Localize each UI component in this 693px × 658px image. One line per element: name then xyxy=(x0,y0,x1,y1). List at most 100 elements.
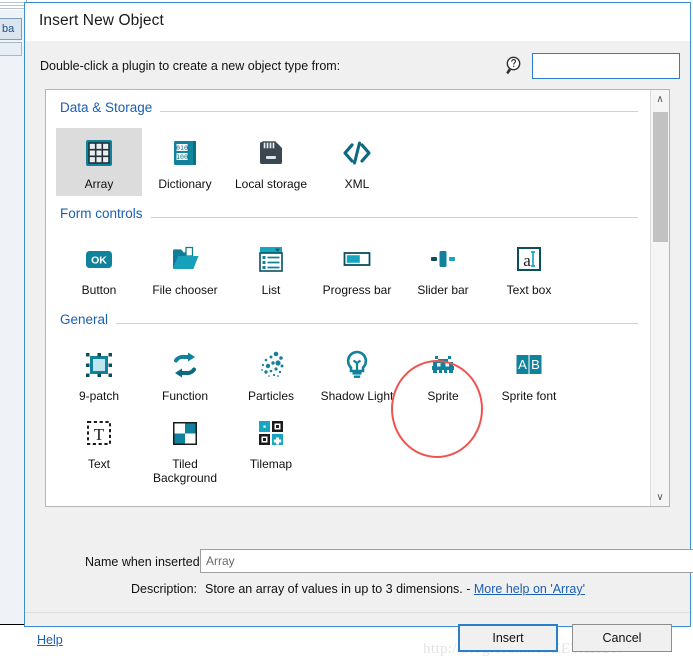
svg-text:OK: OK xyxy=(91,255,107,267)
scrollbar-thumb[interactable] xyxy=(653,112,668,242)
plugin-label: Text box xyxy=(506,283,552,297)
plugin-label: Array xyxy=(84,177,114,191)
dialog-titlebar[interactable]: Insert New Object xyxy=(25,3,690,41)
search-input[interactable] xyxy=(532,53,680,79)
footer-divider xyxy=(25,612,690,613)
plugin-label: Progress bar xyxy=(322,283,392,297)
plugin-item-dictionary[interactable]: 010 100 Dictionary xyxy=(142,128,228,196)
insert-button[interactable]: Insert xyxy=(458,624,558,652)
dialog-body: Double-click a plugin to create a new ob… xyxy=(25,41,693,657)
background-window-body xyxy=(0,58,26,602)
plugin-section: Data & Storage Array 010 100 Dictionary Local… xyxy=(46,100,650,196)
plugin-label: File chooser xyxy=(152,283,218,297)
svg-text:a: a xyxy=(523,251,531,270)
plugin-item-array[interactable]: Array xyxy=(56,128,142,196)
book-binary-icon: 010 100 xyxy=(168,134,202,172)
plugin-label: Sprite xyxy=(427,389,459,403)
background-window-tab[interactable]: ba xyxy=(0,18,22,40)
instruction-text: Double-click a plugin to create a new ob… xyxy=(40,59,341,73)
lightbulb-icon xyxy=(340,346,374,384)
checker-tile-icon xyxy=(168,414,202,452)
plugin-icon-row: 9-patch Function Particles Shadow Light Spri… xyxy=(56,340,650,489)
plugin-item-function[interactable]: Function xyxy=(142,340,228,408)
description-value: Store an array of values in up to 3 dime… xyxy=(205,582,585,596)
plugin-label: Shadow Light xyxy=(320,389,394,403)
cancel-button[interactable]: Cancel xyxy=(572,624,672,652)
text-box-icon: a xyxy=(512,240,546,278)
plugin-item-file-chooser[interactable]: File chooser xyxy=(142,234,228,302)
plugin-label: Sprite font xyxy=(501,389,557,403)
plugin-item-tilemap[interactable]: Tilemap xyxy=(228,408,314,489)
plugin-label: Particles xyxy=(247,389,294,403)
description-sentence: Store an array of values in up to 3 dime… xyxy=(205,582,474,596)
loop-arrows-icon xyxy=(168,346,202,384)
progress-bar-icon xyxy=(340,240,374,278)
plugin-list-scrollbar[interactable]: ∧ ∨ xyxy=(650,90,669,506)
slider-bar-icon xyxy=(426,240,460,278)
svg-text:A: A xyxy=(518,357,527,372)
plugin-item-local-storage[interactable]: Local storage xyxy=(228,128,314,196)
open-folder-icon xyxy=(168,240,202,278)
scroll-down-button[interactable]: ∨ xyxy=(651,488,669,506)
section-title: General xyxy=(60,312,117,327)
name-when-inserted-label: Name when inserted: xyxy=(85,555,204,569)
svg-text:100: 100 xyxy=(176,153,188,161)
storage-drive-icon xyxy=(254,134,288,172)
section-header: General xyxy=(60,312,638,334)
plugin-item-slider-bar[interactable]: Slider bar xyxy=(400,234,486,302)
plugin-icon-row: OK Button File chooser List Progress bar Slid… xyxy=(56,234,650,302)
plugin-item-tiled-background[interactable]: Tiled Background xyxy=(142,408,228,489)
grid-icon xyxy=(82,134,116,172)
plugin-item-list[interactable]: List xyxy=(228,234,314,302)
plugin-label: Function xyxy=(161,389,209,403)
code-brackets-icon xyxy=(340,134,374,172)
section-title: Data & Storage xyxy=(60,100,161,115)
plugin-label: Slider bar xyxy=(417,283,469,297)
plugin-item-text-box[interactable]: a Text box xyxy=(486,234,572,302)
name-when-inserted-input[interactable] xyxy=(200,549,693,573)
plugin-icon-row: Array 010 100 Dictionary Local storage XML xyxy=(56,128,650,196)
svg-text:010: 010 xyxy=(176,144,188,152)
plugin-item-progress-bar[interactable]: Progress bar xyxy=(314,234,400,302)
help-link[interactable]: Help xyxy=(37,633,63,647)
plugin-item-sprite-font[interactable]: A B Sprite font xyxy=(486,340,572,408)
background-window[interactable]: ba xyxy=(0,0,27,632)
dashed-t-icon: T xyxy=(82,414,116,452)
search-row xyxy=(504,53,680,79)
insert-new-object-dialog: Insert New Object Double-click a plugin … xyxy=(24,2,693,657)
particles-icon xyxy=(254,346,288,384)
list-dropdown-icon xyxy=(254,240,288,278)
description-label: Description: xyxy=(131,582,197,596)
plugin-item-xml[interactable]: XML xyxy=(314,128,400,196)
plugin-item-sprite[interactable]: Sprite xyxy=(400,340,486,408)
section-title: Form controls xyxy=(60,206,151,221)
section-header: Form controls xyxy=(60,206,638,228)
plugin-label: 9-patch xyxy=(78,389,120,403)
scroll-up-button[interactable]: ∧ xyxy=(651,90,669,108)
ab-letters-icon: AB xyxy=(512,346,546,384)
plugin-label: Text xyxy=(87,457,110,471)
plugin-item-particles[interactable]: Particles xyxy=(228,340,314,408)
nine-patch-icon xyxy=(82,346,116,384)
tilemap-icon xyxy=(254,414,288,452)
ok-button-icon: OK xyxy=(82,240,116,278)
background-window-toolbar xyxy=(0,0,26,10)
section-header: Data & Storage xyxy=(60,100,638,122)
svg-text:B: B xyxy=(531,357,540,372)
plugin-label: Dictionary xyxy=(158,177,212,191)
svg-text:T: T xyxy=(94,425,105,444)
plugin-label: Local storage xyxy=(234,177,308,191)
plugin-item-9-patch[interactable]: 9-patch xyxy=(56,340,142,408)
more-help-link[interactable]: More help on 'Array' xyxy=(474,582,585,596)
background-window-tab-secondary[interactable] xyxy=(0,42,22,56)
dialog-title: Insert New Object xyxy=(39,12,164,29)
plugin-list-panel: Data & Storage Array 010 100 Dictionary Local… xyxy=(45,89,670,507)
plugin-item-shadow-light[interactable]: Shadow Light xyxy=(314,340,400,408)
plugin-section: Form controls OK Button File chooser List Pro… xyxy=(46,206,650,302)
plugin-item-button[interactable]: OK Button xyxy=(56,234,142,302)
plugin-list-scroll-area: Data & Storage Array 010 100 Dictionary Local… xyxy=(46,90,650,506)
space-invader-icon xyxy=(426,346,460,384)
plugin-item-text[interactable]: T Text xyxy=(56,408,142,489)
plugin-label: Tiled Background xyxy=(152,457,218,485)
plugin-label: Button xyxy=(81,283,117,297)
